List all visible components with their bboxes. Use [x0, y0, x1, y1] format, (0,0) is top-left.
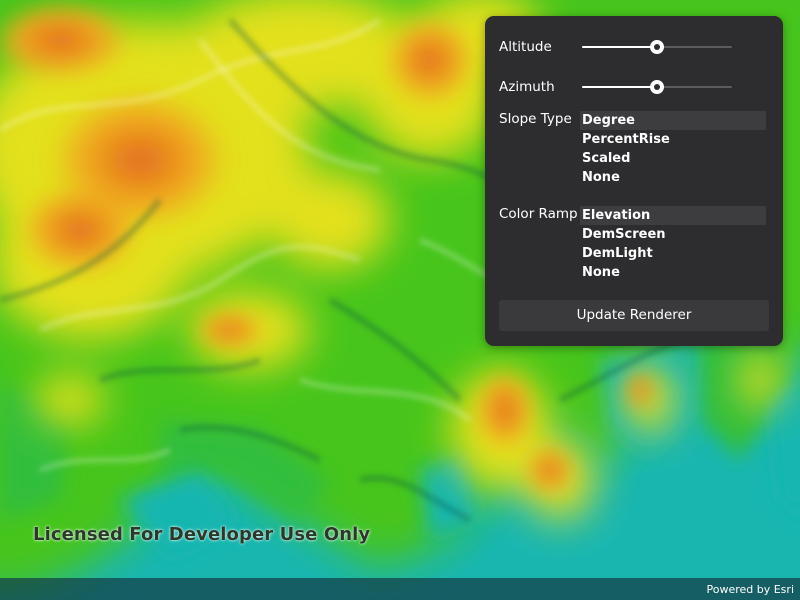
altitude-label: Altitude [499, 39, 552, 55]
altitude-slider-thumb[interactable] [650, 40, 664, 54]
slope-type-option[interactable]: Degree [580, 111, 766, 130]
attribution-text[interactable]: Powered by Esri [706, 583, 794, 596]
slope-type-option[interactable]: None [580, 168, 766, 187]
attribution-bar: Powered by Esri [0, 578, 800, 600]
update-renderer-button[interactable]: Update Renderer [499, 300, 769, 331]
color-ramp-list[interactable]: Elevation DemScreen DemLight None [580, 206, 766, 282]
azimuth-label: Azimuth [499, 79, 555, 95]
color-ramp-option[interactable]: DemScreen [580, 225, 766, 244]
azimuth-slider[interactable] [582, 77, 732, 97]
azimuth-slider-fill [582, 86, 657, 88]
azimuth-slider-thumb[interactable] [650, 80, 664, 94]
altitude-slider-fill [582, 46, 657, 48]
slope-type-option[interactable]: PercentRise [580, 130, 766, 149]
altitude-slider[interactable] [582, 37, 732, 57]
renderer-settings-panel: Altitude Azimuth Slope Type Degree Perce… [485, 16, 783, 346]
color-ramp-option[interactable]: DemLight [580, 244, 766, 263]
slope-type-option[interactable]: Scaled [580, 149, 766, 168]
slope-type-list[interactable]: Degree PercentRise Scaled None [580, 111, 766, 187]
color-ramp-option[interactable]: Elevation [580, 206, 766, 225]
color-ramp-label: Color Ramp [499, 206, 578, 222]
slope-type-label: Slope Type [499, 111, 572, 127]
color-ramp-option[interactable]: None [580, 263, 766, 282]
license-watermark: Licensed For Developer Use Only [33, 524, 371, 545]
